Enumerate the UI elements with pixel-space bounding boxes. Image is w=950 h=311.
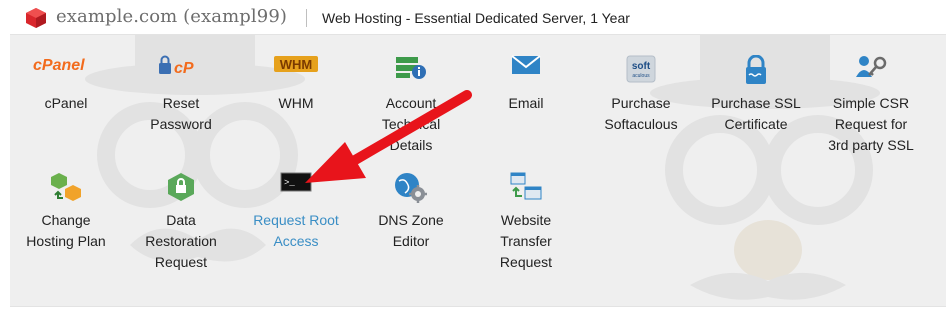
tile-label: cPanel [44,95,88,111]
site-account-name[interactable]: example.com (exampl99) [56,6,287,27]
envelope-icon [511,55,541,74]
tile-label: Request Root Access [253,212,339,249]
tile-label: Change Hosting Plan [26,212,106,249]
hosting-plan-title: Web Hosting - Essential Dedicated Server… [322,10,630,26]
tile-purchase-ssl[interactable]: Purchase SSL Certificate [700,55,812,132]
tile-change-hosting-plan[interactable]: Change Hosting Plan [10,172,122,249]
globe-gear-icon [395,173,427,203]
padlock-certificate-icon [746,55,766,84]
tile-label: Account Technical Details [381,95,441,153]
terminal-icon: >_ [280,172,312,192]
svg-text:aculous: aculous [632,73,650,79]
tile-simple-csr[interactable]: Simple CSR Request for 3rd party SSL [815,55,927,153]
tile-label: Data Restoration Request [145,212,217,270]
red-cube-icon [26,8,46,28]
windows-transfer-icon [510,172,542,200]
header-bar: example.com (exampl99) Web Hosting - Ess… [0,0,950,34]
tile-email[interactable]: Email [470,55,582,111]
tile-cpanel[interactable]: cPanel cPanel [10,55,122,111]
tile-label: Website Transfer Request [499,212,553,270]
tile-reset-password[interactable]: cP Reset Password [125,55,237,132]
tile-request-root-access[interactable]: >_ Request Root Access [240,172,352,249]
tile-label: Email [508,95,544,111]
tile-website-transfer[interactable]: Website Transfer Request [470,172,582,270]
tile-label: Simple CSR Request for 3rd party SSL [828,95,914,153]
server-info-icon [396,57,426,79]
tile-label: WHM [278,95,314,111]
tile-account-details[interactable]: Account Technical Details [355,55,467,153]
tile-dns-zone-editor[interactable]: DNS Zone Editor [355,172,467,249]
cpanel-logo-icon: cPanel [33,57,85,74]
svg-text:cPanel: cPanel [33,57,85,74]
svg-text:soft: soft [632,61,651,72]
tile-label: DNS Zone Editor [378,212,444,249]
tile-label: Purchase Softaculous [604,95,678,132]
tile-label: Reset Password [150,95,212,132]
tile-whm[interactable]: WHM WHM [240,55,352,111]
lock-cpanel-icon: cP [159,55,194,77]
softaculous-icon: soft aculous [626,55,656,83]
tile-data-restoration[interactable]: Data Restoration Request [125,172,237,270]
svg-text:cP: cP [174,60,194,77]
tile-label: Purchase SSL Certificate [711,95,801,132]
user-key-icon [856,56,887,77]
cubes-swap-icon [51,173,81,201]
svg-text:>_: >_ [284,178,295,188]
tile-purchase-softaculous[interactable]: soft aculous Purchase Softaculous [585,55,697,132]
whm-logo-icon: WHM [274,56,318,72]
svg-text:WHM: WHM [280,57,313,72]
tools-panel: cPanel cPanel cP Reset Password WHM WHM … [10,34,946,307]
hexagon-lock-icon [168,173,194,201]
header-divider [306,9,307,27]
